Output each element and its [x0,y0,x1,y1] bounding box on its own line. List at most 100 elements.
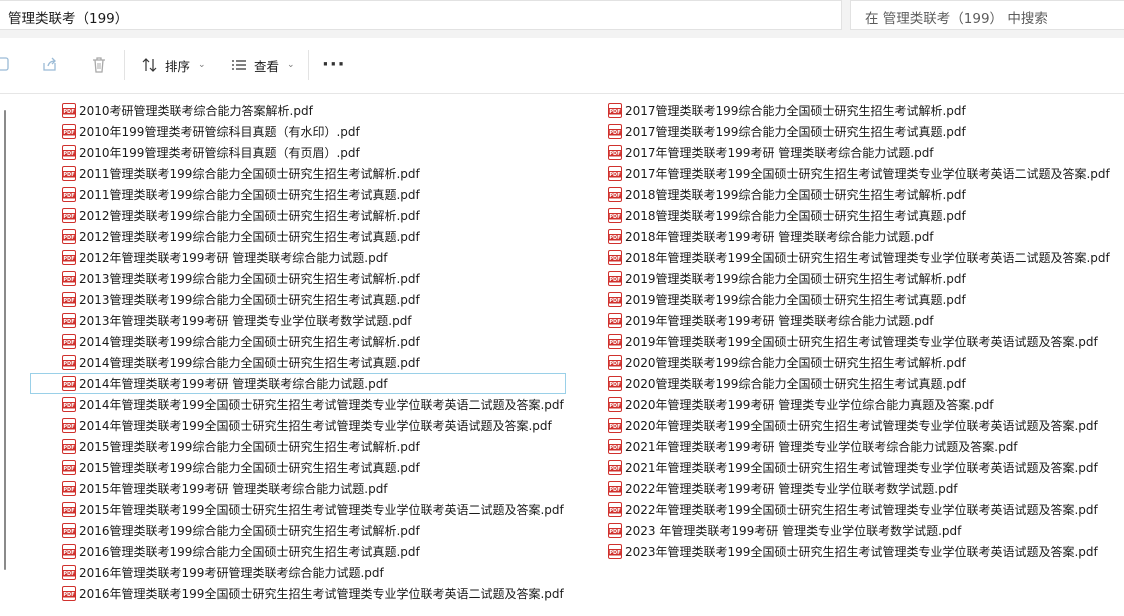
scrollbar-thumb[interactable] [4,110,6,570]
pdf-file-icon: PDF [608,502,622,517]
more-options-button[interactable]: ··· [322,54,346,75]
file-item[interactable]: PDF 2020管理类联考199综合能力全国硕士研究生招生考试真题.pdf [608,373,966,394]
svg-text:PDF: PDF [609,130,620,136]
file-item[interactable]: PDF 2013管理类联考199综合能力全国硕士研究生招生考试解析.pdf [62,268,420,289]
svg-text:PDF: PDF [63,151,74,157]
pdf-file-icon: PDF [62,439,76,454]
file-item[interactable]: PDF 2016年管理类联考199考研管理类联考综合能力试题.pdf [62,562,384,583]
svg-text:PDF: PDF [609,256,620,262]
file-item[interactable]: PDF 2017管理类联考199综合能力全国硕士研究生招生考试真题.pdf [608,121,966,142]
pdf-file-icon: PDF [608,355,622,370]
file-name: 2020管理类联考199综合能力全国硕士研究生招生考试解析.pdf [625,356,966,370]
file-name: 2010年199管理类考研管综科目真题（有页眉）.pdf [79,146,360,160]
file-name: 2016管理类联考199综合能力全国硕士研究生招生考试真题.pdf [79,545,420,559]
file-item[interactable]: PDF 2023 年管理类联考199考研 管理类专业学位联考数学试题.pdf [608,520,961,541]
pdf-file-icon: PDF [608,124,622,139]
file-name: 2018年管理类联考199考研 管理类联考综合能力试题.pdf [625,230,934,244]
svg-text:PDF: PDF [63,256,74,262]
svg-text:PDF: PDF [63,571,74,577]
file-name: 2011管理类联考199综合能力全国硕士研究生招生考试真题.pdf [79,188,420,202]
svg-text:PDF: PDF [63,319,74,325]
file-item[interactable]: PDF 2013管理类联考199综合能力全国硕士研究生招生考试真题.pdf [62,289,420,310]
vertical-scrollbar[interactable] [0,96,8,616]
svg-text:PDF: PDF [609,319,620,325]
file-item[interactable]: PDF 2022年管理类联考199全国硕士研究生招生考试管理类专业学位联考英语试题… [608,499,1098,520]
file-item[interactable]: PDF 2015年管理类联考199考研 管理类联考综合能力试题.pdf [62,478,388,499]
file-name: 2017年管理类联考199全国硕士研究生招生考试管理类专业学位联考英语二试题及答… [625,167,1110,181]
file-name: 2017年管理类联考199考研 管理类联考综合能力试题.pdf [625,146,934,160]
file-item[interactable]: PDF 2011管理类联考199综合能力全国硕士研究生招生考试真题.pdf [62,184,420,205]
file-item[interactable]: PDF 2017年管理类联考199考研 管理类联考综合能力试题.pdf [608,142,934,163]
file-item[interactable]: PDF 2019年管理类联考199考研 管理类联考综合能力试题.pdf [608,310,934,331]
pdf-file-icon: PDF [62,208,76,223]
pdf-file-icon: PDF [62,355,76,370]
file-item[interactable]: PDF 2016管理类联考199综合能力全国硕士研究生招生考试解析.pdf [62,520,420,541]
search-input[interactable]: 在 管理类联考（199） 中搜索 [865,7,1048,27]
file-item[interactable]: PDF 2019管理类联考199综合能力全国硕士研究生招生考试解析.pdf [608,268,966,289]
svg-text:PDF: PDF [609,403,620,409]
svg-text:PDF: PDF [609,277,620,283]
file-name: 2018年管理类联考199全国硕士研究生招生考试管理类专业学位联考英语二试题及答… [625,251,1110,265]
file-item[interactable]: PDF 2012管理类联考199综合能力全国硕士研究生招生考试解析.pdf [62,205,420,226]
svg-text:PDF: PDF [609,424,620,430]
chevron-down-icon: ⌄ [198,60,206,70]
pdf-file-icon: PDF [608,271,622,286]
file-item[interactable]: PDF 2014年管理类联考199考研 管理类联考综合能力试题.pdf [30,373,566,394]
delete-icon[interactable] [89,55,109,75]
file-item[interactable]: PDF 2021年管理类联考199全国硕士研究生招生考试管理类专业学位联考英语试题… [608,457,1098,478]
svg-text:PDF: PDF [609,466,620,472]
file-item[interactable]: PDF 2021年管理类联考199考研 管理类专业学位联考综合能力试题及答案.pd… [608,436,1018,457]
file-name: 2016年管理类联考199全国硕士研究生招生考试管理类专业学位联考英语二试题及答… [79,587,564,601]
file-item[interactable]: PDF 2012年管理类联考199考研 管理类联考综合能力试题.pdf [62,247,388,268]
view-button[interactable]: 查看 ⌄ [230,52,295,78]
file-item[interactable]: PDF 2018管理类联考199综合能力全国硕士研究生招生考试真题.pdf [608,205,966,226]
file-item[interactable]: PDF 2016管理类联考199综合能力全国硕士研究生招生考试真题.pdf [62,541,420,562]
toolbar-divider [124,50,125,80]
file-item[interactable]: PDF 2017管理类联考199综合能力全国硕士研究生招生考试解析.pdf [608,100,966,121]
file-item[interactable]: PDF 2014年管理类联考199全国硕士研究生招生考试管理类专业学位联考英语试题… [62,415,552,436]
pdf-file-icon: PDF [62,334,76,349]
file-item[interactable]: PDF 2014年管理类联考199全国硕士研究生招生考试管理类专业学位联考英语二试… [62,394,564,415]
svg-text:PDF: PDF [609,193,620,199]
file-item[interactable]: PDF 2010年199管理类考研管综科目真题（有水印）.pdf [62,121,360,142]
svg-text:PDF: PDF [609,172,620,178]
file-item[interactable]: PDF 2010考研管理类联考综合能力答案解析.pdf [62,100,313,121]
file-item[interactable]: PDF 2010年199管理类考研管综科目真题（有页眉）.pdf [62,142,360,163]
svg-text:PDF: PDF [63,487,74,493]
file-name: 2023年管理类联考199全国硕士研究生招生考试管理类专业学位联考英语试题及答案… [625,545,1098,559]
file-item[interactable]: PDF 2015管理类联考199综合能力全国硕士研究生招生考试解析.pdf [62,436,420,457]
file-item[interactable]: PDF 2016年管理类联考199全国硕士研究生招生考试管理类专业学位联考英语二试… [62,583,564,604]
file-item[interactable]: PDF 2012管理类联考199综合能力全国硕士研究生招生考试真题.pdf [62,226,420,247]
file-item[interactable]: PDF 2011管理类联考199综合能力全国硕士研究生招生考试解析.pdf [62,163,420,184]
file-item[interactable]: PDF 2015管理类联考199综合能力全国硕士研究生招生考试真题.pdf [62,457,420,478]
file-item[interactable]: PDF 2015年管理类联考199全国硕士研究生招生考试管理类专业学位联考英语二试… [62,499,564,520]
sort-button[interactable]: 排序 ⌄ [141,52,206,78]
share-icon[interactable] [40,55,60,75]
breadcrumb-label: 管理类联考（199） [8,11,129,27]
file-item[interactable]: PDF 2018年管理类联考199考研 管理类联考综合能力试题.pdf [608,226,934,247]
pdf-file-icon: PDF [608,460,622,475]
file-item[interactable]: PDF 2023年管理类联考199全国硕士研究生招生考试管理类专业学位联考英语试题… [608,541,1098,562]
file-item[interactable]: PDF 2017年管理类联考199全国硕士研究生招生考试管理类专业学位联考英语二试… [608,163,1110,184]
file-item[interactable]: PDF 2020年管理类联考199考研 管理类专业学位综合能力真题及答案.pdf [608,394,994,415]
file-item[interactable]: PDF 2018管理类联考199综合能力全国硕士研究生招生考试解析.pdf [608,184,966,205]
pdf-file-icon: PDF [608,523,622,538]
svg-text:PDF: PDF [63,109,74,115]
pdf-file-icon: PDF [608,103,622,118]
file-name: 2012管理类联考199综合能力全国硕士研究生招生考试真题.pdf [79,230,420,244]
pdf-file-icon: PDF [62,187,76,202]
file-item[interactable]: PDF 2019年管理类联考199全国硕士研究生招生考试管理类专业学位联考英语试题… [608,331,1098,352]
file-item[interactable]: PDF 2020年管理类联考199全国硕士研究生招生考试管理类专业学位联考英语试题… [608,415,1098,436]
copy-icon[interactable] [0,55,14,75]
file-item[interactable]: PDF 2020管理类联考199综合能力全国硕士研究生招生考试解析.pdf [608,352,966,373]
file-item[interactable]: PDF 2013年管理类联考199考研 管理类专业学位联考数学试题.pdf [62,310,412,331]
search-box[interactable]: 在 管理类联考（199） 中搜索 [850,0,1124,30]
svg-text:PDF: PDF [63,445,74,451]
file-name: 2019管理类联考199综合能力全国硕士研究生招生考试真题.pdf [625,293,966,307]
file-item[interactable]: PDF 2014管理类联考199综合能力全国硕士研究生招生考试真题.pdf [62,352,420,373]
file-item[interactable]: PDF 2022年管理类联考199考研 管理类专业学位联考数学试题.pdf [608,478,958,499]
file-item[interactable]: PDF 2014管理类联考199综合能力全国硕士研究生招生考试解析.pdf [62,331,420,352]
file-item[interactable]: PDF 2018年管理类联考199全国硕士研究生招生考试管理类专业学位联考英语二试… [608,247,1110,268]
file-item[interactable]: PDF 2019管理类联考199综合能力全国硕士研究生招生考试真题.pdf [608,289,966,310]
breadcrumb[interactable]: 管理类联考（199） [0,0,842,30]
